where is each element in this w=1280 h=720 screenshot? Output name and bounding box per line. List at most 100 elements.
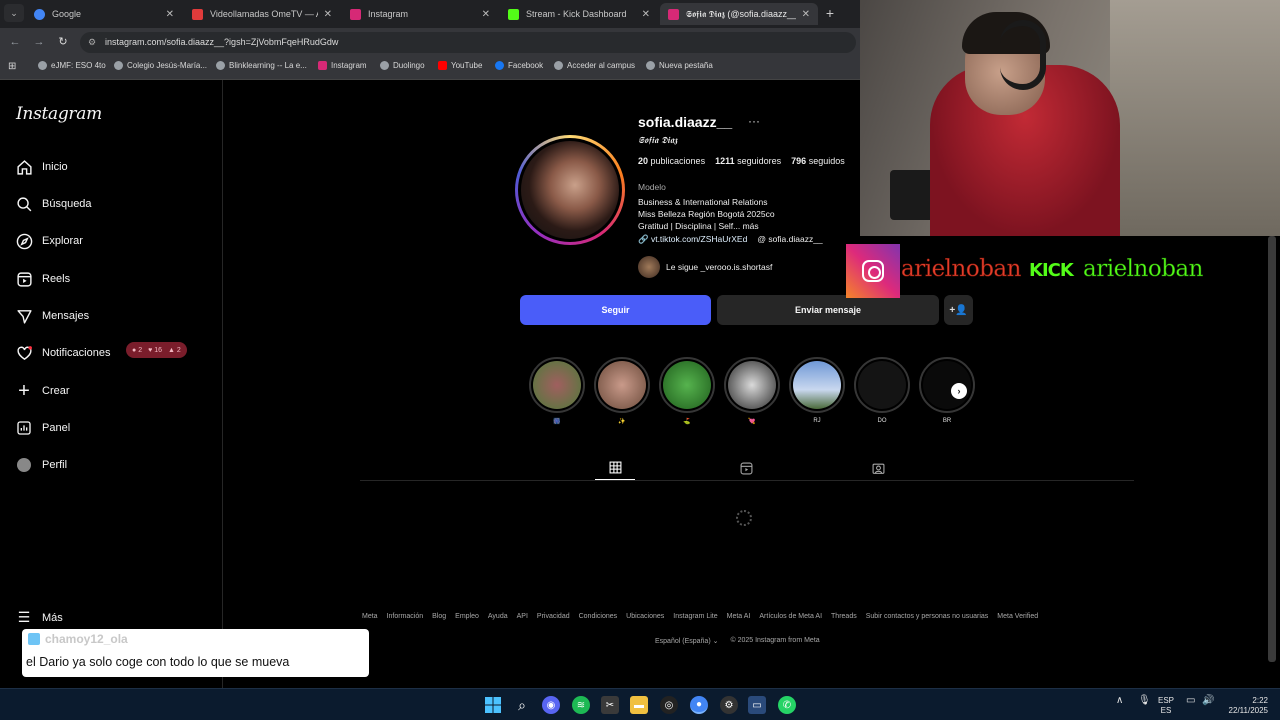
tab-google[interactable]: Google ✕: [26, 3, 182, 25]
reels-icon: [740, 462, 752, 474]
highlight[interactable]: [919, 357, 975, 413]
chrome-icon[interactable]: ●: [690, 696, 708, 714]
highlight[interactable]: [659, 357, 715, 413]
bookmark-item[interactable]: YouTube: [438, 61, 482, 70]
clock[interactable]: 2:22 22/11/2025: [1224, 696, 1268, 716]
follow-button[interactable]: Seguir: [520, 295, 711, 325]
sidebar-item-inicio[interactable]: Inicio: [14, 154, 68, 180]
language-indicator[interactable]: ESP ES: [1158, 696, 1174, 716]
send-message-button[interactable]: Enviar mensaje: [717, 295, 939, 325]
tray-chevron-up-icon[interactable]: ∧: [1116, 696, 1123, 706]
whatsapp-icon[interactable]: ✆: [778, 696, 796, 714]
sidebar-item-explorar[interactable]: Explorar: [14, 228, 83, 254]
tab-title: Google: [52, 9, 82, 19]
footer-link[interactable]: Meta: [362, 613, 378, 620]
threads-link[interactable]: @ sofia.diaazz__: [757, 234, 822, 245]
followers-stat[interactable]: 1211 seguidores: [715, 156, 781, 166]
footer-link[interactable]: API: [517, 613, 528, 620]
bookmark-item[interactable]: eJMF: ESO 4to: [38, 61, 106, 70]
more-options-icon[interactable]: ···: [748, 114, 760, 128]
discord-icon[interactable]: ◉: [542, 696, 560, 714]
suggest-user-icon[interactable]: +👤: [944, 295, 973, 325]
remote-desktop-icon[interactable]: ▭: [748, 696, 766, 714]
footer-link[interactable]: Subir contactos y personas no usuarias: [866, 613, 989, 620]
highlight[interactable]: [594, 357, 650, 413]
footer-link[interactable]: Meta Verified: [997, 613, 1038, 620]
reload-icon[interactable]: ↻: [56, 35, 70, 49]
windows-start-icon[interactable]: [484, 696, 502, 714]
sidebar-item-notificaciones[interactable]: Notificaciones: [14, 340, 110, 366]
instagram-logo[interactable]: Instagram: [16, 104, 102, 124]
back-icon[interactable]: ←: [8, 35, 22, 49]
bookmark-item[interactable]: Blinklearning -- La e...: [216, 61, 307, 70]
bookmark-item[interactable]: Instagram: [318, 61, 367, 70]
profile-username: sofia.diaazz__: [638, 114, 733, 130]
language-select[interactable]: Español (España) ⌄: [655, 637, 718, 645]
sidebar-item-perfil[interactable]: Perfil: [14, 452, 67, 478]
close-icon[interactable]: ✕: [642, 9, 650, 20]
tab-profile[interactable]: 𝕾𝖔𝖋𝖎𝖆 𝕯𝖎𝖆𝖟 (@sofia.diaazz__) • I ✕: [660, 3, 818, 25]
tab-posts[interactable]: [595, 456, 635, 480]
forward-icon[interactable]: →: [32, 35, 46, 49]
footer-link[interactable]: Información: [387, 613, 424, 620]
site-info-icon[interactable]: ⚙: [88, 36, 100, 48]
bookmark-item[interactable]: Colegio Jesús-María...: [114, 61, 207, 70]
capcut-icon[interactable]: ✂: [601, 696, 619, 714]
profile-avatar[interactable]: [515, 135, 625, 245]
highlight[interactable]: [854, 357, 910, 413]
close-icon[interactable]: ✕: [802, 9, 810, 20]
volume-icon[interactable]: 🔊: [1202, 696, 1214, 706]
tab-tagged[interactable]: [858, 456, 898, 480]
search-icon[interactable]: ⌕: [513, 696, 531, 714]
address-bar[interactable]: ⚙ instagram.com/sofia.diaazz__?igsh=ZjVo…: [80, 32, 856, 53]
sidebar-item-mensajes[interactable]: Mensajes: [14, 303, 89, 329]
spotify-icon[interactable]: ≋: [572, 696, 590, 714]
followed-by[interactable]: Le sigue _verooo.is.shortasf: [638, 256, 772, 278]
tab-instagram[interactable]: Instagram ✕: [342, 3, 498, 25]
footer-link[interactable]: Threads: [831, 613, 857, 620]
footer-link[interactable]: Ayuda: [488, 613, 508, 620]
new-tab-button[interactable]: +: [822, 5, 838, 21]
notifications-badge[interactable]: ● 2 ♥ 16 ▲ 2: [126, 342, 187, 358]
tab-search-button[interactable]: ⌄: [4, 4, 24, 22]
tab-reels[interactable]: [726, 456, 766, 480]
following-stat[interactable]: 796 seguidos: [791, 156, 845, 166]
footer-link[interactable]: Instagram Lite: [673, 613, 717, 620]
tab-ometv[interactable]: Videollamadas OmeTV — Alter ✕: [184, 3, 340, 25]
tab-kick-dashboard[interactable]: Stream - Kick Dashboard ✕: [500, 3, 658, 25]
footer-link[interactable]: Meta AI: [727, 613, 751, 620]
close-icon[interactable]: ✕: [324, 9, 332, 20]
sidebar-item-crear[interactable]: + Crear: [14, 378, 69, 404]
chat-message-text: el Dario ya solo coge con todo lo que se…: [26, 655, 290, 669]
steam-icon[interactable]: ⚙: [720, 696, 738, 714]
bookmark-item[interactable]: Facebook: [495, 61, 543, 70]
bookmark-item[interactable]: Nueva pestaña: [646, 61, 713, 70]
close-icon[interactable]: ✕: [482, 9, 490, 20]
apps-icon[interactable]: ⊞: [8, 61, 16, 72]
highlight[interactable]: [789, 357, 845, 413]
sidebar-item-reels[interactable]: Reels: [14, 266, 70, 292]
footer-link[interactable]: Empleo: [455, 613, 479, 620]
microphone-icon[interactable]: 🎙: [1138, 696, 1151, 706]
footer-link[interactable]: Artículos de Meta AI: [759, 613, 822, 620]
tiktok-link[interactable]: 🔗 vt.tiktok.com/ZSHaUrXEd: [638, 234, 747, 245]
footer-link[interactable]: Privacidad: [537, 613, 570, 620]
footer-link[interactable]: Ubicaciones: [626, 613, 664, 620]
sidebar-item-panel[interactable]: Panel: [14, 415, 70, 441]
bookmark-item[interactable]: Acceder al campus: [554, 61, 635, 70]
close-icon[interactable]: ✕: [166, 9, 174, 20]
highlight[interactable]: [724, 357, 780, 413]
chevron-right-icon[interactable]: ›: [951, 383, 967, 399]
network-icon[interactable]: ▭: [1186, 696, 1195, 706]
obs-icon[interactable]: ◎: [660, 696, 678, 714]
page-scrollbar[interactable]: [1268, 236, 1276, 662]
bookmark-item[interactable]: Duolingo: [380, 61, 425, 70]
bio-line[interactable]: Gratitud | Disciplina | Self... más: [638, 221, 759, 231]
following-label: seguidos: [808, 156, 845, 166]
footer-link[interactable]: Blog: [432, 613, 446, 620]
sidebar-item-mas[interactable]: ☰ Más: [14, 609, 63, 626]
highlight[interactable]: [529, 357, 585, 413]
file-explorer-icon[interactable]: ▬: [630, 696, 648, 714]
sidebar-item-busqueda[interactable]: Búsqueda: [14, 191, 92, 217]
footer-link[interactable]: Condiciones: [579, 613, 618, 620]
